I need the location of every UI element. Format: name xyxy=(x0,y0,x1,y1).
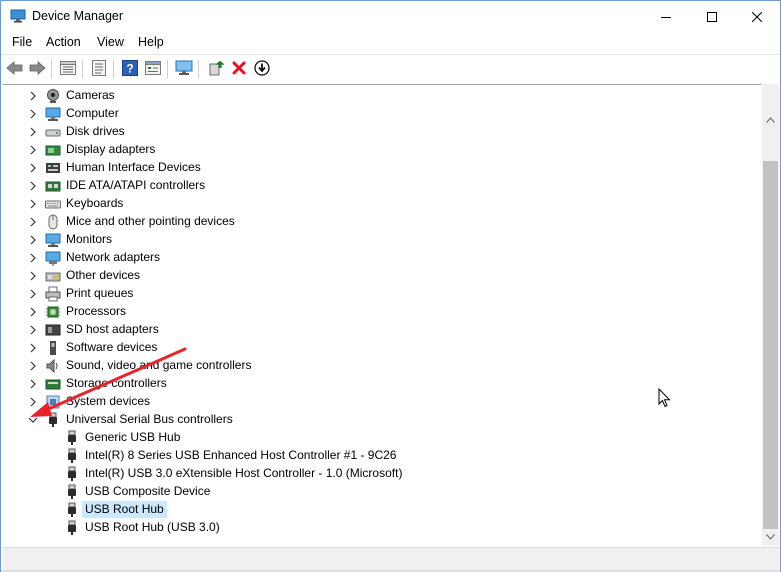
annotation-arrow-icon xyxy=(30,347,187,417)
